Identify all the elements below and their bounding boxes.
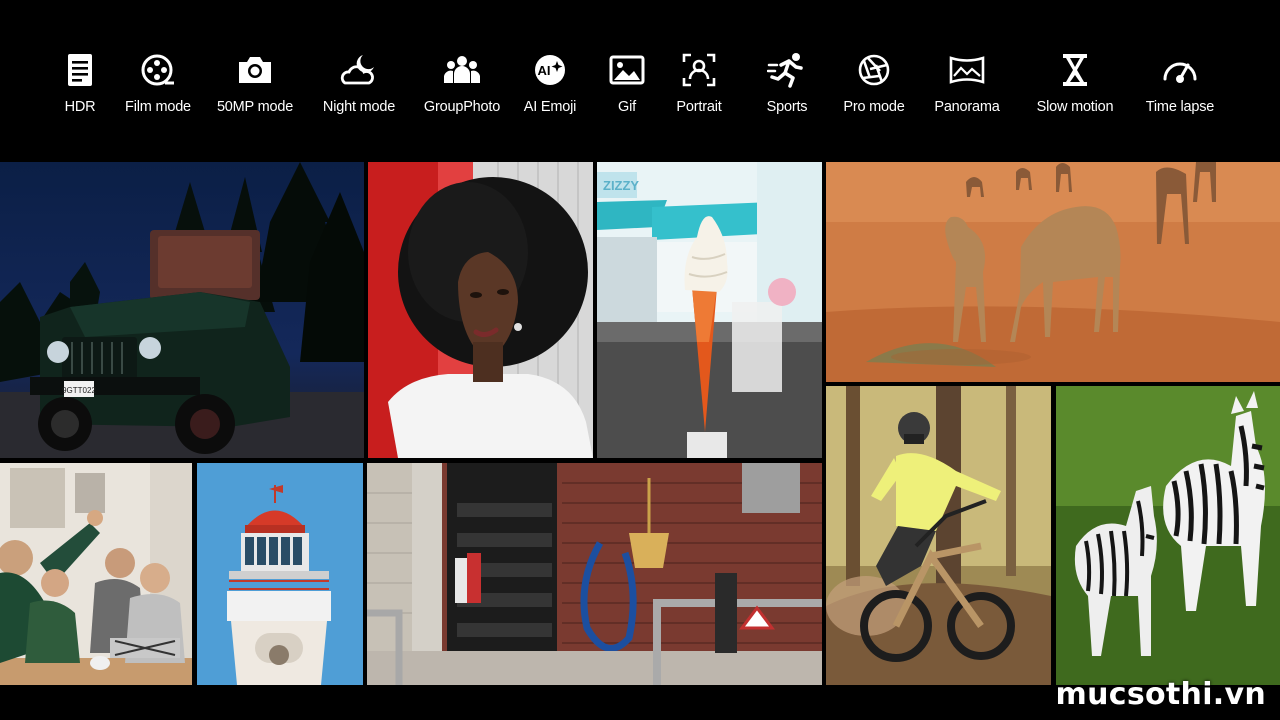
- portrait-icon: [679, 50, 719, 90]
- image-icon: [607, 50, 647, 90]
- moon-cloud-icon: [339, 50, 379, 90]
- shop-sign: ZIZZY: [603, 178, 639, 193]
- photo-brick-wall-street: [367, 463, 822, 685]
- mode-panorama[interactable]: Panorama: [912, 50, 1022, 115]
- watermark: mucsothi.vn: [1055, 677, 1266, 712]
- aperture-icon: [854, 50, 894, 90]
- mode-film[interactable]: Film mode: [103, 50, 213, 115]
- photo-lighthouse: [197, 463, 363, 685]
- mode-label: Night mode: [322, 99, 396, 115]
- film-reel-icon: [138, 50, 178, 90]
- mode-label: Film mode: [125, 99, 191, 115]
- photo-mountain-biker: [826, 386, 1051, 685]
- camera-mode-bar: HDR Film mode 50MP mode Night mode Group…: [0, 0, 1280, 160]
- hourglass-icon: [1055, 50, 1095, 90]
- speedometer-icon: [1160, 50, 1200, 90]
- mode-label: Slow motion: [1036, 99, 1114, 115]
- ai-emoji-icon: AI: [530, 50, 570, 90]
- photo-night-jeep: 9GTT022: [0, 162, 364, 458]
- mode-50mp[interactable]: 50MP mode: [200, 50, 310, 115]
- photo-portrait-woman: [368, 162, 593, 458]
- mode-label: Panorama: [934, 99, 1000, 115]
- license-plate: 9GTT022: [62, 386, 96, 395]
- mode-time-lapse[interactable]: Time lapse: [1125, 50, 1235, 115]
- mode-label: Time lapse: [1145, 99, 1215, 115]
- panorama-icon: [947, 50, 987, 90]
- photo-ice-cream-cone: ZIZZY: [597, 162, 822, 458]
- photo-friends-group: [0, 463, 192, 685]
- photo-desert-camels: [826, 162, 1280, 382]
- photo-zebras: [1056, 386, 1280, 685]
- running-icon: [767, 50, 807, 90]
- svg-text:AI: AI: [538, 63, 551, 78]
- camera-icon: [235, 50, 275, 90]
- mode-label: 50MP mode: [216, 99, 294, 115]
- group-icon: [442, 50, 482, 90]
- mode-slow-motion[interactable]: Slow motion: [1020, 50, 1130, 115]
- mode-night[interactable]: Night mode: [304, 50, 414, 115]
- document-icon: [60, 50, 100, 90]
